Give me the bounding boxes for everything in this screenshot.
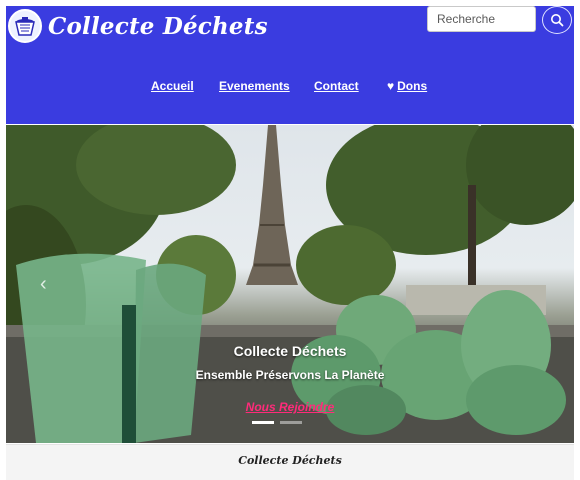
main-nav: Accueil Evenements Contact ♥ Dons <box>6 79 574 99</box>
section-title: Collecte Déchets <box>238 454 342 467</box>
hero-subtitle: Ensemble Préservons La Planète <box>195 368 385 382</box>
search-field[interactable] <box>427 6 536 32</box>
nav-link-contact[interactable]: Contact <box>314 79 359 93</box>
carousel-indicator-2[interactable] <box>280 421 302 424</box>
site-name: Collecte Déchets <box>48 12 268 40</box>
hero-carousel: ‹ Collecte Déchets Ensemble Préservons L… <box>6 125 574 443</box>
nav-link-accueil[interactable]: Accueil <box>151 79 194 93</box>
hero-image <box>6 125 574 443</box>
trash-basket-logo-icon <box>8 9 42 43</box>
nav-link-evenements[interactable]: Evenements <box>219 79 290 93</box>
search-button[interactable] <box>542 6 572 34</box>
page: Collecte Déchets Accueil Evenements Cont… <box>6 6 574 480</box>
hero-title: Collecte Déchets <box>233 343 347 359</box>
carousel-indicators <box>252 421 302 424</box>
section-header: Collecte Déchets <box>6 444 574 480</box>
heart-icon: ♥ <box>387 79 395 93</box>
nav-link-dons[interactable]: ♥ Dons <box>387 79 427 93</box>
brand[interactable]: Collecte Déchets <box>8 6 268 46</box>
carousel-prev-icon[interactable]: ‹ <box>40 273 47 296</box>
search-icon <box>551 14 564 27</box>
site-header: Collecte Déchets Accueil Evenements Cont… <box>6 6 574 124</box>
carousel-indicator-1[interactable] <box>252 421 274 424</box>
hero-cta-wrap: Nous Rejoindre <box>6 398 574 416</box>
nav-link-dons-label: Dons <box>397 79 428 93</box>
search-input[interactable] <box>437 12 526 26</box>
join-us-link[interactable]: Nous Rejoindre <box>246 400 335 414</box>
